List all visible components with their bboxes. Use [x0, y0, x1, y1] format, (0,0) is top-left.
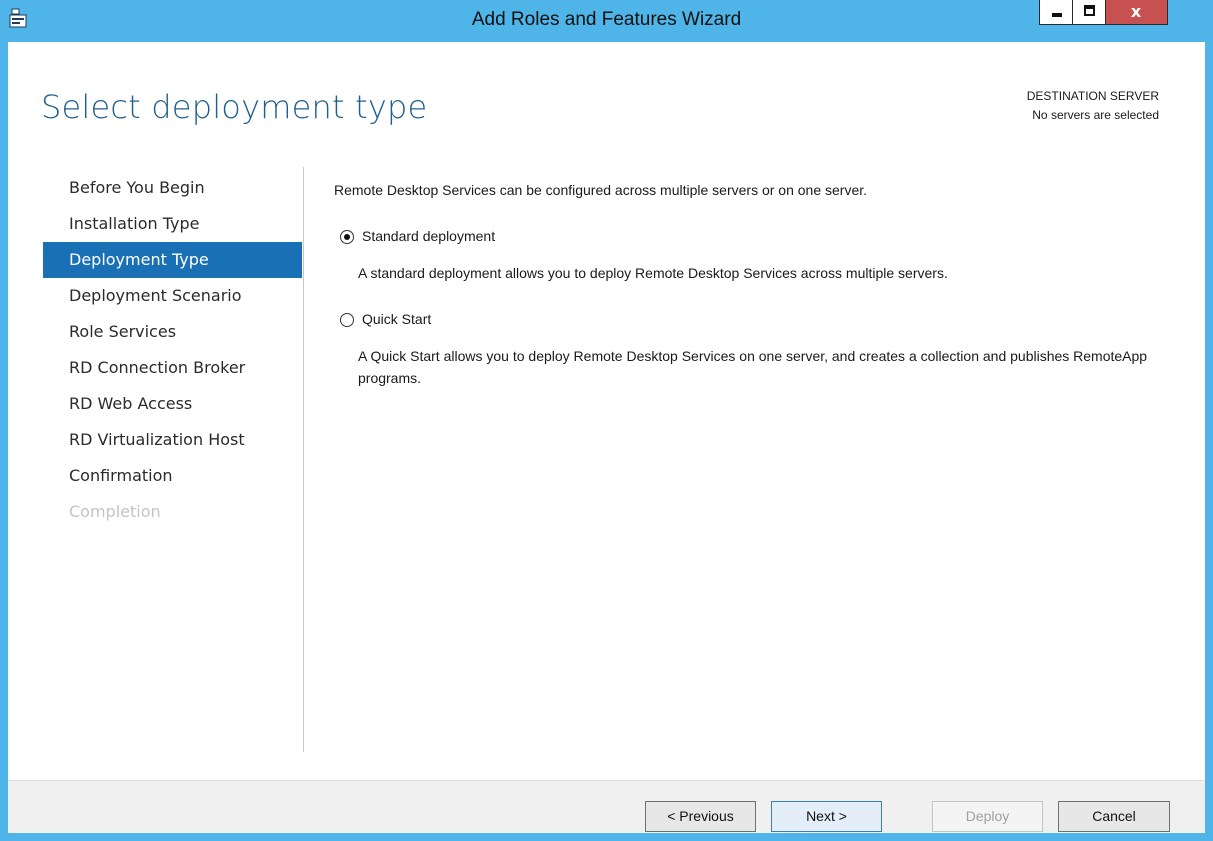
nav-item-rd-web-access[interactable]: RD Web Access: [43, 386, 302, 422]
previous-button[interactable]: < Previous: [645, 801, 756, 832]
wizard-body: Select deployment type DESTINATION SERVE…: [8, 42, 1205, 833]
maximize-button[interactable]: [1073, 0, 1106, 25]
nav-item-deployment-type[interactable]: Deployment Type: [43, 242, 302, 278]
minimize-icon: [1052, 13, 1062, 17]
minimize-button[interactable]: [1039, 0, 1073, 25]
maximize-icon: [1084, 5, 1095, 16]
deploy-button: Deploy: [932, 801, 1043, 832]
standard-deployment-radio[interactable]: [340, 230, 354, 244]
title-bar[interactable]: Add Roles and Features Wizard x: [0, 0, 1213, 42]
nav-item-rd-virtualization-host[interactable]: RD Virtualization Host: [43, 422, 302, 458]
wizard-steps-nav: Before You Begin Installation Type Deplo…: [43, 170, 302, 530]
destination-server-value: No servers are selected: [1032, 108, 1159, 122]
next-button[interactable]: Next >: [771, 801, 882, 832]
intro-text: Remote Desktop Services can be configure…: [334, 182, 868, 198]
nav-item-role-services[interactable]: Role Services: [43, 314, 302, 350]
destination-server-label: DESTINATION SERVER: [1026, 89, 1159, 103]
nav-item-installation-type[interactable]: Installation Type: [43, 206, 302, 242]
standard-deployment-description: A standard deployment allows you to depl…: [358, 265, 948, 281]
nav-item-before-you-begin[interactable]: Before You Begin: [43, 170, 302, 206]
wizard-footer: < Previous Next > Deploy Cancel: [8, 780, 1205, 833]
destination-server: DESTINATION SERVER No servers are select…: [1027, 87, 1159, 125]
nav-item-deployment-scenario[interactable]: Deployment Scenario: [43, 278, 302, 314]
page-title: Select deployment type: [41, 88, 428, 126]
quick-start-description: A Quick Start allows you to deploy Remot…: [358, 348, 1148, 386]
nav-divider: [303, 167, 304, 752]
quick-start-label[interactable]: Quick Start: [362, 311, 431, 327]
nav-item-confirmation[interactable]: Confirmation: [43, 458, 302, 494]
close-icon: x: [1130, 2, 1142, 21]
nav-item-completion: Completion: [69, 502, 161, 521]
standard-deployment-label[interactable]: Standard deployment: [362, 228, 495, 244]
quick-start-radio[interactable]: [340, 313, 354, 327]
cancel-button[interactable]: Cancel: [1058, 801, 1170, 832]
wizard-window: Add Roles and Features Wizard x Select d…: [0, 0, 1213, 841]
nav-item-rd-connection-broker[interactable]: RD Connection Broker: [43, 350, 302, 386]
close-button[interactable]: x: [1106, 0, 1168, 25]
window-title: Add Roles and Features Wizard: [471, 9, 742, 30]
